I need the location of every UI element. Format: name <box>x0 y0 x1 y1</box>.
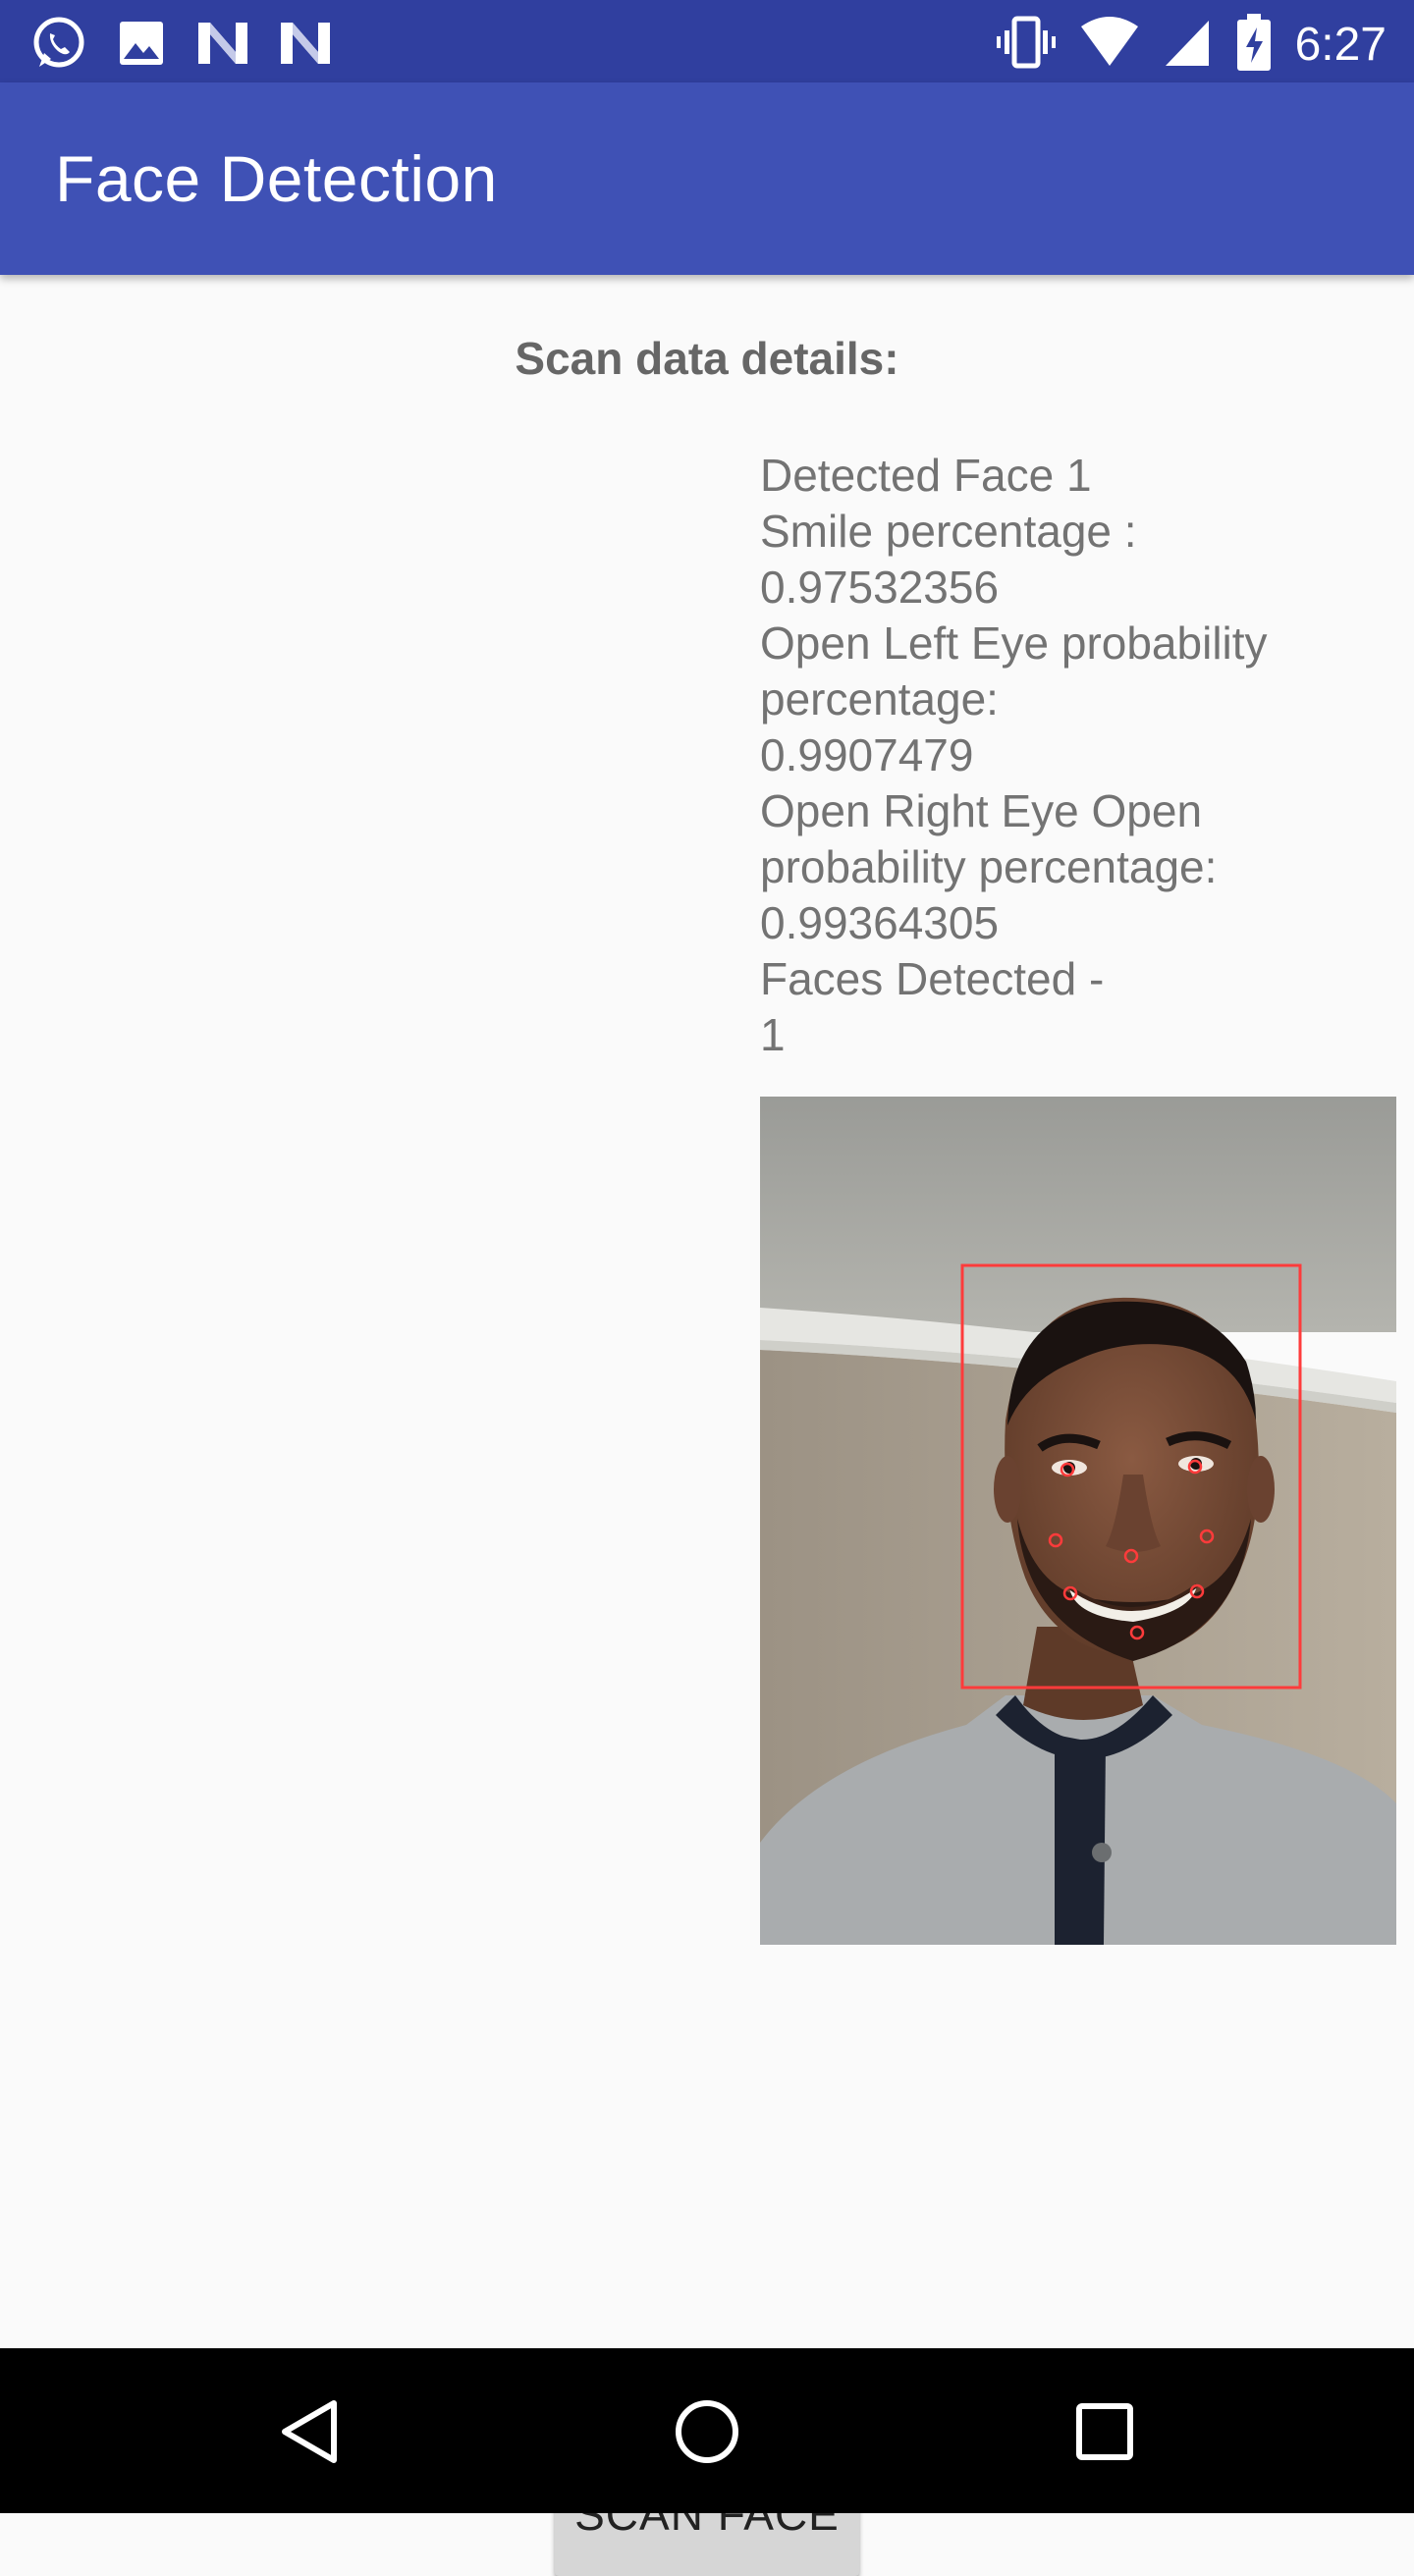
home-icon[interactable] <box>663 2388 751 2476</box>
n-notification-icon <box>277 19 334 73</box>
vibrate-icon <box>995 13 1058 77</box>
details-line: Open Right Eye Open <box>760 785 1203 836</box>
details-line: Smile percentage : <box>760 506 1137 557</box>
scan-details: Detected Face 1 Smile percentage : 0.975… <box>760 448 1388 1063</box>
details-line: 1 <box>760 1009 786 1060</box>
status-bar: 6:27 <box>0 0 1414 82</box>
battery-charging-icon <box>1234 12 1274 78</box>
details-line: 0.99364305 <box>760 897 1000 948</box>
details-line: 0.9907479 <box>760 729 974 780</box>
gallery-icon <box>114 16 169 76</box>
status-time: 6:27 <box>1294 18 1387 71</box>
details-line: Detected Face 1 <box>760 450 1092 501</box>
recents-icon[interactable] <box>1060 2388 1149 2476</box>
notification-icons <box>29 14 334 78</box>
system-status: 6:27 <box>995 12 1387 78</box>
face-photo <box>760 1097 1396 1945</box>
signal-icon <box>1162 15 1213 75</box>
details-line: Faces Detected - <box>760 953 1105 1004</box>
scan-heading: Scan data details: <box>515 333 899 384</box>
main-content: Scan data details: Detected Face 1 Smile… <box>0 275 1414 2576</box>
details-line: percentage: <box>760 673 999 724</box>
app-title: Face Detection <box>55 142 498 215</box>
back-icon[interactable] <box>267 2388 355 2476</box>
details-line: probability percentage: <box>760 841 1218 892</box>
whatsapp-icon <box>29 14 88 78</box>
navigation-bar <box>0 2348 1414 2513</box>
app-bar: Face Detection <box>0 82 1414 275</box>
n-notification-icon <box>194 19 251 73</box>
wifi-icon <box>1079 15 1140 75</box>
details-line: 0.97532356 <box>760 562 1000 613</box>
details-line: Open Left Eye probability <box>760 617 1268 669</box>
